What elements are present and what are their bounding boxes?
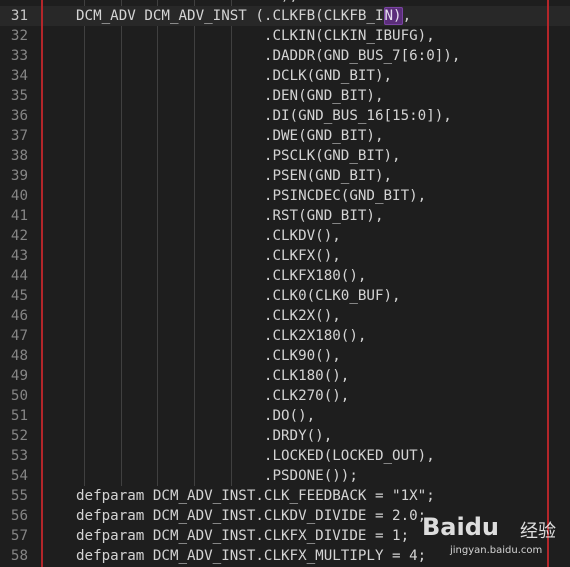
code-text-after-selection: , — [402, 8, 412, 24]
code-text: .DWE(GND_BIT), — [76, 128, 384, 144]
code-text: .CLK270(), — [76, 388, 350, 404]
code-text: .CLK2X(), — [76, 308, 341, 324]
line-number: 56 — [10, 508, 28, 524]
code-line[interactable]: 34 .DCLK(GND_BIT), — [0, 66, 570, 86]
code-text: .PSEN(GND_BIT), — [76, 168, 393, 184]
code-text: .DEN(GND_BIT), — [76, 88, 384, 104]
code-text: .PSDONE()); — [76, 468, 358, 484]
code-text: .DRDY(), — [76, 428, 333, 444]
line-number: 39 — [10, 168, 28, 184]
line-number: 48 — [10, 348, 28, 364]
line-number: 45 — [10, 288, 28, 304]
line-number: 31 — [10, 8, 28, 24]
code-line[interactable]: 51 .DO(), — [0, 406, 570, 426]
code-text: .CLKDV(), — [76, 228, 341, 244]
code-line[interactable]: 47 .CLK2X180(), — [0, 326, 570, 346]
code-line[interactable]: 52 .DRDY(), — [0, 426, 570, 446]
code-line[interactable]: 38 .PSCLK(GND_BIT), — [0, 146, 570, 166]
code-text: .CLKFX180(), — [76, 268, 367, 284]
code-text: .CLK180(), — [76, 368, 350, 384]
code-lines: 30 );31DCM_ADV DCM_ADV_INST (.CLKFB(CLKF… — [0, 0, 570, 566]
line-number: 50 — [10, 388, 28, 404]
editor-border-left — [41, 0, 43, 567]
line-number: 55 — [10, 488, 28, 504]
line-number: 36 — [10, 108, 28, 124]
code-text: .CLK90(), — [76, 348, 341, 364]
watermark-url: jingyan.baidu.com — [450, 545, 543, 556]
code-line[interactable]: 44 .CLKFX180(), — [0, 266, 570, 286]
code-line[interactable]: 43 .CLKFX(), — [0, 246, 570, 266]
code-text: .CLK0(CLK0_BUF), — [76, 288, 401, 304]
code-line[interactable]: 33 .DADDR(GND_BUS_7[6:0]), — [0, 46, 570, 66]
code-text: defparam DCM_ADV_INST.CLKDV_DIVIDE = 2.0… — [76, 508, 427, 524]
code-text: .PSCLK(GND_BIT), — [76, 148, 401, 164]
line-number: 43 — [10, 248, 28, 264]
code-text: .RST(GND_BIT), — [76, 208, 384, 224]
line-number: 35 — [10, 88, 28, 104]
code-text: .PSINCDEC(GND_BIT), — [76, 188, 427, 204]
line-number: 34 — [10, 68, 28, 84]
code-text: .CLKIN(CLKIN_IBUFG), — [76, 28, 435, 44]
text-selection[interactable]: N) — [383, 7, 403, 25]
line-number: 58 — [10, 548, 28, 564]
code-text-before-selection: DCM_ADV DCM_ADV_INST (.CLKFB(CLKFB_I — [76, 8, 384, 24]
code-line[interactable]: 53 .LOCKED(LOCKED_OUT), — [0, 446, 570, 466]
line-number: 40 — [10, 188, 28, 204]
code-line[interactable]: 39 .PSEN(GND_BIT), — [0, 166, 570, 186]
code-line[interactable]: 32 .CLKIN(CLKIN_IBUFG), — [0, 26, 570, 46]
line-number: 46 — [10, 308, 28, 324]
code-editor[interactable]: 30 );31DCM_ADV DCM_ADV_INST (.CLKFB(CLKF… — [0, 0, 570, 567]
code-text: .DCLK(GND_BIT), — [76, 68, 393, 84]
code-line[interactable]: 36 .DI(GND_BUS_16[15:0]), — [0, 106, 570, 126]
watermark-brand: Baidu — [422, 513, 499, 541]
line-number: 37 — [10, 128, 28, 144]
watermark-brand-cn: 经验 — [520, 521, 556, 542]
line-number: 32 — [10, 28, 28, 44]
code-line[interactable]: 55 defparam DCM_ADV_INST.CLK_FEEDBACK = "… — [0, 486, 570, 506]
baidu-jingyan-watermark: Baidu 经验 jingyan.baidu.com — [422, 507, 562, 563]
code-text: defparam DCM_ADV_INST.CLK_FEEDBACK = "1X… — [76, 488, 435, 504]
code-line[interactable]: 41 .RST(GND_BIT), — [0, 206, 570, 226]
code-line[interactable]: 48 .CLK90(), — [0, 346, 570, 366]
line-number: 49 — [10, 368, 28, 384]
line-number: 44 — [10, 268, 28, 284]
code-text: .DI(GND_BUS_16[15:0]), — [76, 108, 452, 124]
line-number: 57 — [10, 528, 28, 544]
code-text: .DADDR(GND_BUS_7[6:0]), — [76, 48, 461, 64]
code-line[interactable]: 50 .CLK270(), — [0, 386, 570, 406]
code-text: .LOCKED(LOCKED_OUT), — [76, 448, 435, 464]
code-text: .CLKFX(), — [76, 248, 341, 264]
line-number: 47 — [10, 328, 28, 344]
code-line[interactable]: 37 .DWE(GND_BIT), — [0, 126, 570, 146]
code-text: .DO(), — [76, 408, 316, 424]
code-line[interactable]: 45 .CLK0(CLK0_BUF), — [0, 286, 570, 306]
code-line[interactable]: 42 .CLKDV(), — [0, 226, 570, 246]
editor-border-right — [547, 0, 549, 567]
code-text: .CLK2X180(), — [76, 328, 367, 344]
code-line[interactable]: 31 DCM_ADV DCM_ADV_INST (.CLKFB(CLKFB_IN)… — [0, 6, 570, 26]
line-number: 38 — [10, 148, 28, 164]
code-text: defparam DCM_ADV_INST.CLKFX_DIVIDE = 1; — [76, 528, 410, 544]
line-number: 54 — [10, 468, 28, 484]
line-number: 41 — [10, 208, 28, 224]
line-number: 53 — [10, 448, 28, 464]
code-line[interactable]: 40 .PSINCDEC(GND_BIT), — [0, 186, 570, 206]
code-line[interactable]: 54 .PSDONE()); — [0, 466, 570, 486]
line-number: 33 — [10, 48, 28, 64]
code-line[interactable]: 46 .CLK2X(), — [0, 306, 570, 326]
code-text: DCM_ADV DCM_ADV_INST (.CLKFB(CLKFB_IN), — [76, 6, 411, 26]
code-line[interactable]: 49 .CLK180(), — [0, 366, 570, 386]
line-number: 51 — [10, 408, 28, 424]
line-number: 42 — [10, 228, 28, 244]
code-line[interactable]: 35 .DEN(GND_BIT), — [0, 86, 570, 106]
line-number: 52 — [10, 428, 28, 444]
code-text: defparam DCM_ADV_INST.CLKFX_MULTIPLY = 4… — [76, 548, 427, 564]
